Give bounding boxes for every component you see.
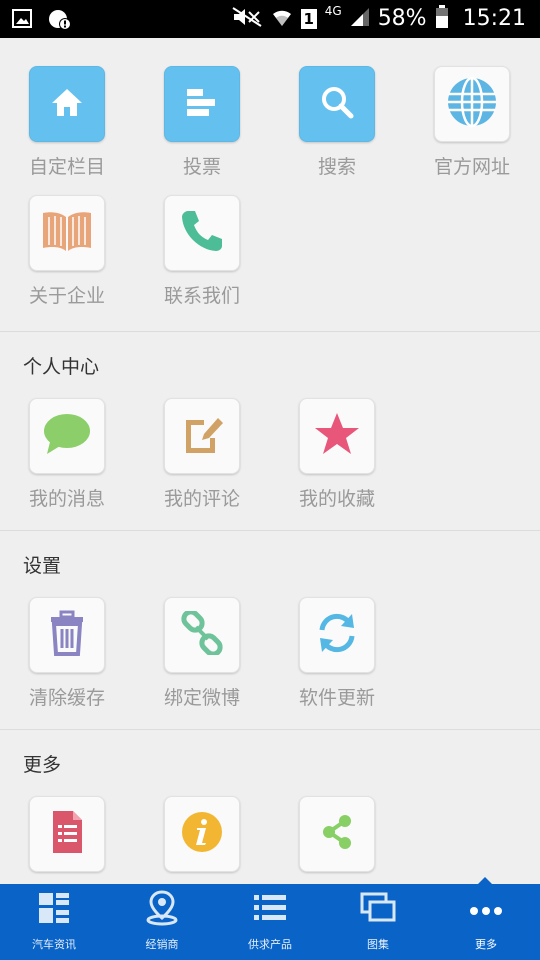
section-divider — [0, 729, 540, 730]
about-company-button[interactable]: 关于企业 — [12, 195, 122, 308]
contact-us-label: 联系我们 — [163, 285, 240, 307]
contact-us-button[interactable]: 联系我们 — [147, 195, 257, 308]
contact-us-tile[interactable] — [164, 195, 240, 271]
phone-icon — [179, 208, 225, 258]
nav-dealers-label: 经销商 — [145, 938, 179, 951]
software-update-label: 软件更新 — [298, 687, 375, 709]
my-favorites-label: 我的收藏 — [298, 488, 375, 510]
sim-slot-indicator: 1 — [300, 9, 317, 29]
grid-list-icon — [37, 891, 71, 929]
alert-notification-icon — [48, 8, 72, 36]
share-tile[interactable] — [299, 796, 375, 872]
signal-icon — [350, 7, 370, 31]
nav-supply-products[interactable]: 供求产品 — [216, 884, 324, 960]
about-company-tile[interactable] — [29, 195, 105, 271]
gallery-icon — [360, 892, 396, 928]
nav-supply-products-label: 供求产品 — [248, 938, 292, 951]
more-section-title: 更多 — [23, 754, 62, 776]
bind-weibo-tile[interactable] — [164, 597, 240, 673]
bottom-nav: 汽车资讯 经销商 供求产品 图集 更多 — [0, 877, 540, 960]
my-favorites-button[interactable]: 我的收藏 — [282, 398, 392, 511]
custom-column-label: 自定栏目 — [28, 156, 105, 178]
search-button[interactable]: 搜索 — [282, 66, 392, 179]
clear-cache-button[interactable]: 清除缓存 — [12, 597, 122, 710]
more-menu-content: 自定栏目 投票 搜索 官方网址 关于企业 联系我们 个人中心 我的消息 我的评论… — [0, 38, 540, 884]
custom-column-tile[interactable] — [29, 66, 105, 142]
edit-note-icon — [180, 412, 224, 460]
software-update-button[interactable]: 软件更新 — [282, 597, 392, 710]
nav-car-news-label: 汽车资讯 — [32, 938, 76, 951]
share-button[interactable] — [282, 796, 392, 882]
battery-icon — [435, 5, 449, 33]
search-icon — [319, 84, 355, 124]
nav-more-label: 更多 — [475, 938, 497, 951]
nav-gallery[interactable]: 图集 — [324, 884, 432, 960]
info-icon — [181, 811, 223, 857]
bind-weibo-label: 绑定微博 — [163, 687, 240, 709]
star-icon — [313, 411, 361, 461]
my-comments-button[interactable]: 我的评论 — [147, 398, 257, 511]
section-divider — [0, 530, 540, 531]
clear-cache-tile[interactable] — [29, 597, 105, 673]
home-icon — [50, 85, 84, 123]
info-button[interactable] — [147, 796, 257, 882]
vote-button[interactable]: 投票 — [147, 66, 257, 179]
status-bar: 1 4G 58% 15:21 — [0, 0, 540, 38]
my-comments-label: 我的评论 — [163, 488, 240, 510]
nav-gallery-label: 图集 — [367, 938, 389, 951]
vote-tile[interactable] — [164, 66, 240, 142]
official-site-tile[interactable] — [434, 66, 510, 142]
official-site-label: 官方网址 — [433, 156, 510, 178]
official-site-button[interactable]: 官方网址 — [417, 66, 527, 179]
my-messages-label: 我的消息 — [28, 488, 105, 510]
custom-column-button[interactable]: 自定栏目 — [12, 66, 122, 179]
vote-label: 投票 — [182, 156, 221, 178]
settings-title: 设置 — [23, 555, 62, 577]
nav-car-news[interactable]: 汽车资讯 — [0, 884, 108, 960]
section-divider — [0, 331, 540, 332]
document-icon — [49, 809, 85, 859]
personal-center-title: 个人中心 — [23, 356, 100, 378]
about-company-label: 关于企业 — [28, 285, 105, 307]
my-comments-tile[interactable] — [164, 398, 240, 474]
document-tile[interactable] — [29, 796, 105, 872]
refresh-icon — [314, 610, 360, 660]
list-icon — [253, 893, 287, 927]
my-messages-button[interactable]: 我的消息 — [12, 398, 122, 511]
more-dots-icon — [469, 901, 503, 920]
image-notification-icon — [12, 8, 34, 36]
location-pin-icon — [145, 890, 179, 930]
my-favorites-tile[interactable] — [299, 398, 375, 474]
my-messages-tile[interactable] — [29, 398, 105, 474]
clock: 15:21 — [462, 6, 526, 31]
search-label: 搜索 — [317, 156, 356, 178]
share-icon — [319, 812, 355, 856]
wifi-icon — [271, 6, 293, 32]
network-type: 4G — [324, 4, 342, 18]
link-icon — [180, 609, 224, 659]
mute-icon — [231, 6, 263, 32]
book-icon — [39, 209, 95, 257]
software-update-tile[interactable] — [299, 597, 375, 673]
globe-icon — [446, 76, 498, 132]
trash-icon — [47, 610, 87, 660]
info-tile[interactable] — [164, 796, 240, 872]
nav-more[interactable]: 更多 — [432, 884, 540, 960]
bind-weibo-button[interactable]: 绑定微博 — [147, 597, 257, 710]
speech-bubble-icon — [42, 412, 92, 460]
nav-dealers[interactable]: 经销商 — [108, 884, 216, 960]
clear-cache-label: 清除缓存 — [28, 687, 105, 709]
search-tile[interactable] — [299, 66, 375, 142]
vote-bars-icon — [185, 87, 219, 121]
document-button[interactable] — [12, 796, 122, 882]
battery-percent: 58% — [377, 6, 427, 31]
